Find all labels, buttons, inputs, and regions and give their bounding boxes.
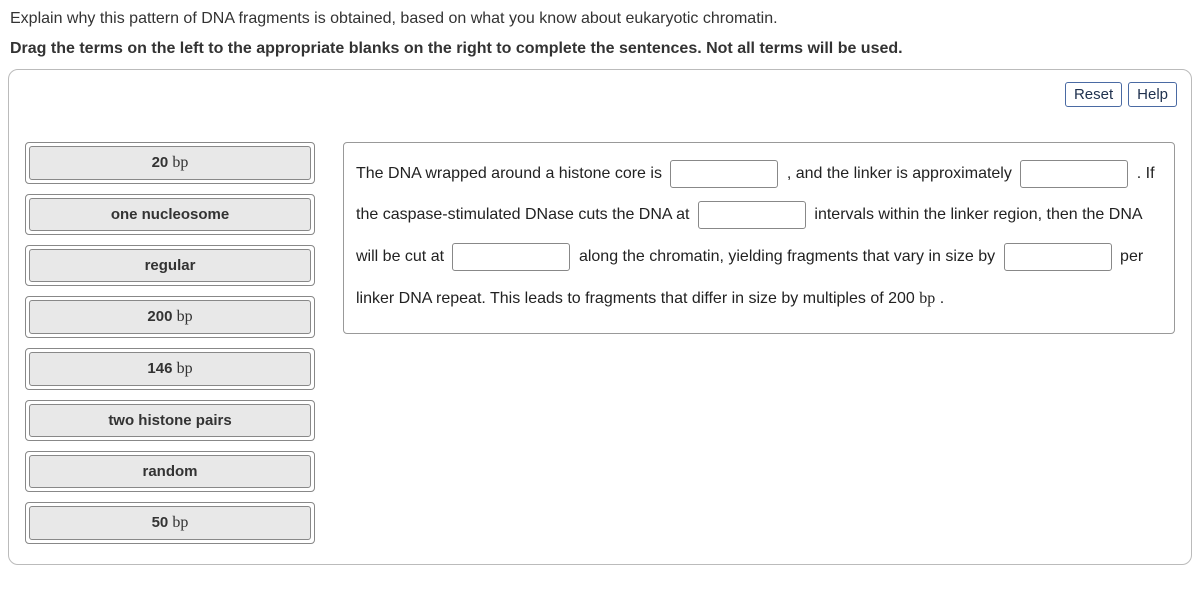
term-slot: two histone pairs: [25, 400, 315, 441]
sentence-unit: bp: [919, 290, 935, 307]
reset-button[interactable]: Reset: [1065, 82, 1122, 107]
blank-5[interactable]: [1004, 243, 1112, 271]
terms-column: 20 bp one nucleosome regular 200 bp: [25, 142, 315, 544]
term-unit: bp: [172, 514, 188, 531]
term-text: regular: [145, 257, 196, 274]
sentence-dropzone: The DNA wrapped around a histone core is…: [343, 142, 1175, 334]
term-number: 20: [152, 154, 169, 171]
blank-4[interactable]: [452, 243, 570, 271]
help-button[interactable]: Help: [1128, 82, 1177, 107]
term-regular[interactable]: regular: [29, 249, 311, 282]
term-slot: regular: [25, 245, 315, 286]
term-slot: 50 bp: [25, 502, 315, 544]
term-slot: 146 bp: [25, 348, 315, 390]
toolbar: Reset Help: [1065, 82, 1177, 107]
term-one-nucleosome[interactable]: one nucleosome: [29, 198, 311, 231]
term-20bp[interactable]: 20 bp: [29, 146, 311, 180]
term-number: 50: [152, 514, 169, 531]
term-slot: random: [25, 451, 315, 492]
term-slot: 200 bp: [25, 296, 315, 338]
term-unit: bp: [172, 154, 188, 171]
sentence-text: .: [940, 290, 944, 307]
term-146bp[interactable]: 146 bp: [29, 352, 311, 386]
term-text: two histone pairs: [108, 412, 231, 429]
term-slot: one nucleosome: [25, 194, 315, 235]
term-200bp[interactable]: 200 bp: [29, 300, 311, 334]
sentence-number: 200: [888, 290, 915, 307]
term-50bp[interactable]: 50 bp: [29, 506, 311, 540]
sentence-text: along the chromatin, yielding fragments …: [579, 248, 1000, 265]
term-number: 146: [147, 360, 172, 377]
term-unit: bp: [177, 360, 193, 377]
blank-2[interactable]: [1020, 160, 1128, 188]
blank-3[interactable]: [698, 201, 806, 229]
term-slot: 20 bp: [25, 142, 315, 184]
term-two-histone-pairs[interactable]: two histone pairs: [29, 404, 311, 437]
question-header: Explain why this pattern of DNA fragment…: [0, 0, 1200, 61]
sentence-text: , and the linker is approximately: [787, 165, 1016, 182]
activity-panel: Reset Help 20 bp one nucleosome regular: [8, 69, 1192, 565]
instruction-line-2: Drag the terms on the left to the approp…: [10, 38, 1190, 60]
term-unit: bp: [177, 308, 193, 325]
term-random[interactable]: random: [29, 455, 311, 488]
term-number: 200: [147, 308, 172, 325]
blank-1[interactable]: [670, 160, 778, 188]
sentence-text: The DNA wrapped around a histone core is: [356, 165, 666, 182]
content-row: 20 bp one nucleosome regular 200 bp: [25, 142, 1175, 544]
instruction-line-1: Explain why this pattern of DNA fragment…: [10, 8, 1190, 30]
term-text: one nucleosome: [111, 206, 229, 223]
term-text: random: [142, 463, 197, 480]
